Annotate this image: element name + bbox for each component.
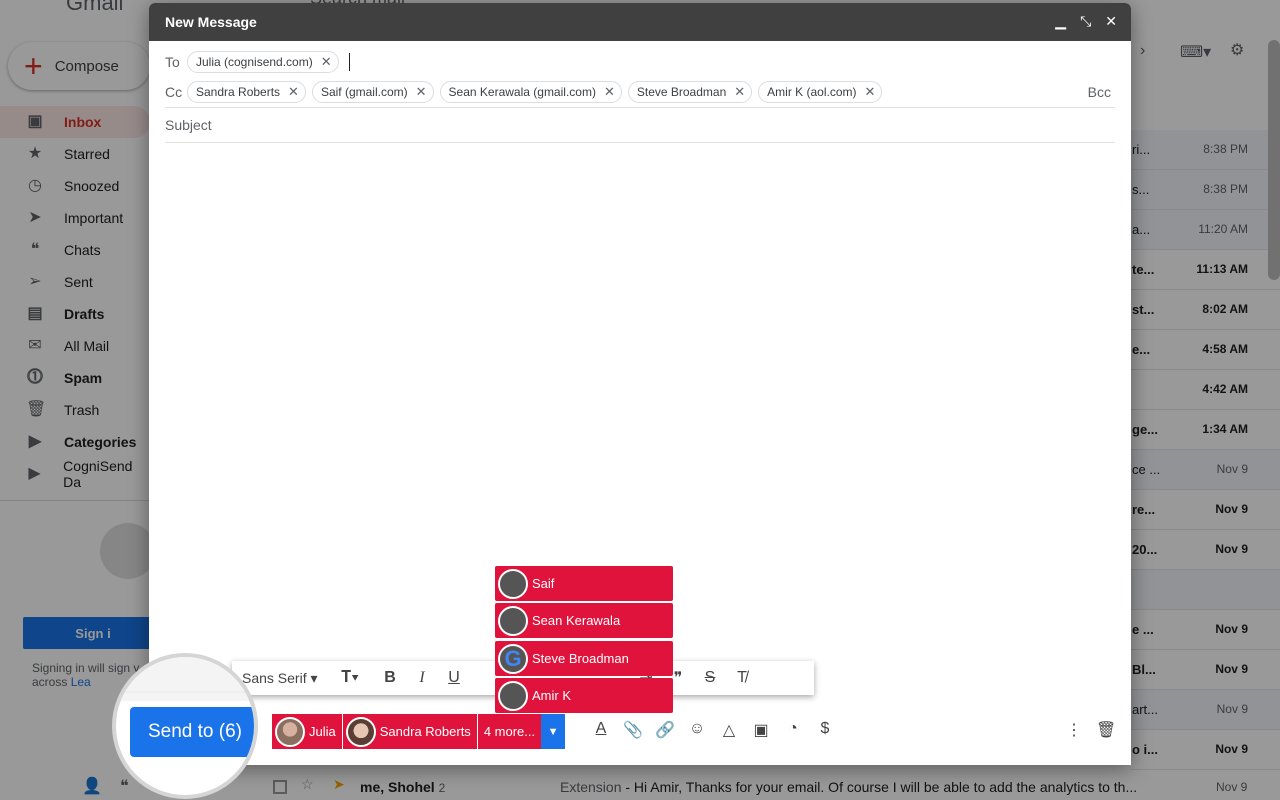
send-button[interactable]: Send to (6) bbox=[130, 707, 254, 757]
avatar bbox=[498, 680, 528, 711]
recipient-chip[interactable]: Amir K (aol.com) ✕ bbox=[758, 80, 883, 103]
remove-formatting-icon[interactable]: T̸ bbox=[726, 669, 758, 687]
text-cursor bbox=[348, 53, 350, 71]
to-field[interactable]: To Julia (cognisend.com) ✕ bbox=[165, 46, 1115, 78]
popup-recipient[interactable]: Saif bbox=[495, 566, 673, 601]
cc-label: Cc bbox=[165, 83, 183, 100]
text-size-icon[interactable]: 𝐓▾ bbox=[334, 669, 366, 687]
remove-chip-icon[interactable]: ✕ bbox=[288, 84, 299, 100]
recipient-tag[interactable]: Sandra Roberts bbox=[342, 714, 478, 749]
italic-icon[interactable]: I bbox=[406, 669, 438, 687]
popup-recipient-name: Saif bbox=[532, 576, 555, 591]
chip-label: Saif (gmail.com) bbox=[320, 84, 408, 99]
formatting-options-icon[interactable]: A bbox=[590, 720, 612, 740]
underline-icon[interactable]: U bbox=[438, 669, 470, 687]
compose-title: New Message bbox=[165, 14, 257, 30]
emoji-icon[interactable]: ☺ bbox=[686, 720, 708, 740]
recipient-list: Julia Sandra Roberts bbox=[272, 714, 478, 749]
drive-icon[interactable]: △ bbox=[718, 720, 740, 740]
chip-label: Sean Kerawala (gmail.com) bbox=[448, 84, 596, 99]
magnifier-divider bbox=[116, 691, 254, 693]
link-icon[interactable]: 🔗 bbox=[654, 720, 676, 740]
compose-right-icons: ⋮ 🗑 bbox=[1066, 720, 1116, 740]
remove-chip-icon[interactable]: ✕ bbox=[865, 84, 876, 100]
popup-recipient-name: Amir K bbox=[532, 688, 571, 703]
popup-recipient-name: Sean Kerawala bbox=[532, 613, 621, 628]
attach-icon[interactable]: 📎 bbox=[622, 720, 644, 740]
recipient-tag-name: Julia bbox=[309, 724, 336, 739]
avatar bbox=[498, 568, 528, 599]
recipient-tag-name: Sandra Roberts bbox=[379, 724, 471, 739]
minimize-icon[interactable]: ▁ bbox=[1055, 13, 1066, 30]
to-chips: Julia (cognisend.com) ✕ bbox=[187, 51, 345, 73]
confidential-icon[interactable]: ◔ bbox=[782, 720, 804, 740]
strikethrough-icon[interactable]: S bbox=[694, 669, 726, 687]
recipient-chip[interactable]: Sean Kerawala (gmail.com) ✕ bbox=[439, 80, 622, 103]
popup-recipient-name: Steve Broadman bbox=[532, 651, 629, 666]
recipient-chip[interactable]: Sandra Roberts ✕ bbox=[187, 80, 306, 103]
popup-recipient[interactable]: G Steve Broadman bbox=[495, 641, 673, 676]
popup-recipient[interactable]: Sean Kerawala bbox=[495, 603, 673, 638]
chevron-down-icon[interactable]: ▼ bbox=[541, 714, 566, 749]
close-icon[interactable]: ✕ bbox=[1105, 13, 1117, 30]
bold-icon[interactable]: B bbox=[374, 669, 406, 687]
to-label: To bbox=[165, 54, 180, 70]
subject-field[interactable]: Subject bbox=[165, 108, 1115, 143]
cc-chips: Sandra Roberts ✕ Saif (gmail.com) ✕ Sean Ker… bbox=[187, 80, 888, 103]
avatar bbox=[498, 605, 528, 636]
recipient-chip[interactable]: Steve Broadman ✕ bbox=[627, 80, 753, 103]
remove-chip-icon[interactable]: ✕ bbox=[604, 84, 615, 100]
popup-recipient[interactable]: Amir K bbox=[495, 678, 673, 713]
chip-label: Steve Broadman bbox=[636, 84, 727, 99]
photo-icon[interactable]: ▣ bbox=[750, 720, 772, 740]
compose-action-icons: A 📎 🔗 ☺ △ ▣ ◔ $ bbox=[590, 720, 836, 740]
exit-fullscreen-icon[interactable]: ⤡ bbox=[1080, 13, 1091, 30]
recipient-tag[interactable]: Julia bbox=[272, 714, 343, 749]
avatar bbox=[275, 716, 305, 747]
bcc-link[interactable]: Bcc bbox=[1088, 84, 1111, 100]
chip-label: Sandra Roberts bbox=[196, 84, 281, 99]
dollar-icon[interactable]: $ bbox=[814, 720, 836, 740]
chip-label: Amir K (aol.com) bbox=[767, 84, 857, 99]
magnifier-background bbox=[116, 657, 254, 701]
recipient-chip[interactable]: Saif (gmail.com) ✕ bbox=[311, 80, 434, 103]
trash-icon[interactable]: 🗑 bbox=[1096, 720, 1116, 740]
remove-chip-icon[interactable]: ✕ bbox=[416, 84, 427, 100]
remove-chip-icon[interactable]: ✕ bbox=[734, 84, 745, 100]
chip-label: Julia (cognisend.com) bbox=[196, 55, 313, 69]
avatar bbox=[345, 716, 376, 747]
recipient-chip[interactable]: Julia (cognisend.com) ✕ bbox=[187, 51, 339, 73]
font-family-select[interactable]: Sans Serif ▾ bbox=[242, 670, 334, 687]
magnifier-callout: Send to (6) bbox=[112, 653, 258, 799]
cc-field[interactable]: Cc Sandra Roberts ✕ Saif (gmail.com) ✕ Sean … bbox=[165, 76, 1115, 108]
remove-chip-icon[interactable]: ✕ bbox=[321, 54, 332, 70]
avatar: G bbox=[498, 643, 528, 674]
more-options-icon[interactable]: ⋮ bbox=[1066, 720, 1082, 740]
compose-header: New Message ▁ ⤡ ✕ bbox=[149, 3, 1131, 41]
app-root: Gmail Search mail + Compose ▣Inbox★Starr… bbox=[0, 0, 1280, 800]
subject-input[interactable]: Subject bbox=[165, 117, 212, 133]
more-recipients-button[interactable]: 4 more... bbox=[477, 714, 542, 749]
